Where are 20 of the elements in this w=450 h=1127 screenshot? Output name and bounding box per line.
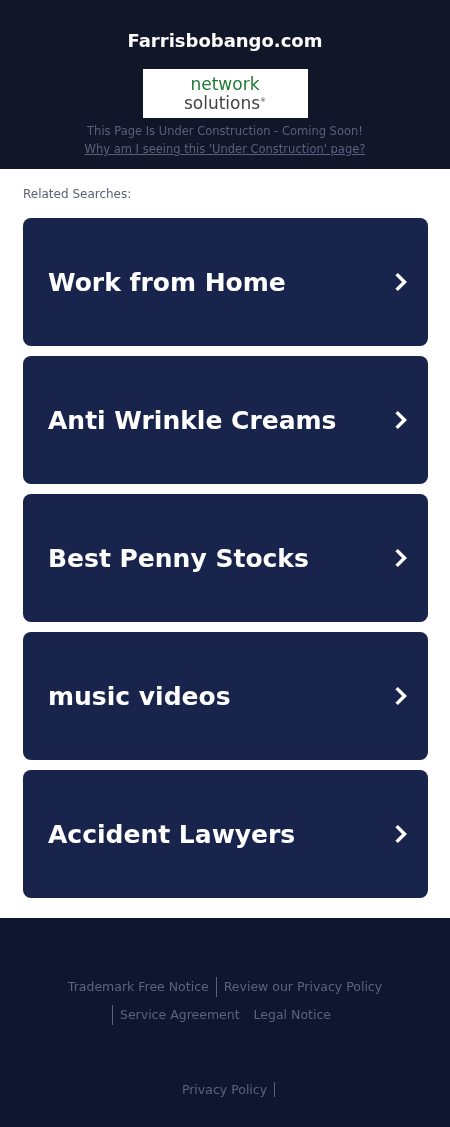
footer-link[interactable]: Review our Privacy Policy: [215, 977, 390, 997]
footer-link[interactable]: Privacy Policy: [174, 1082, 276, 1097]
search-link-card[interactable]: Work from Home: [23, 218, 428, 346]
search-link-card[interactable]: Anti Wrinkle Creams: [23, 356, 428, 484]
info-link[interactable]: Why am I seeing this 'Under Construction' page?: [84, 140, 366, 158]
construction-notice: This Page Is Under Construction - Coming Soon!: [87, 123, 363, 140]
search-link-card[interactable]: music videos: [23, 632, 428, 760]
chevron-right-icon: [394, 823, 408, 845]
footer-link[interactable]: Legal Notice: [246, 1005, 338, 1025]
logo: network solutions$^{®}$: [142, 69, 308, 118]
chevron-right-icon: [394, 547, 408, 569]
related-heading: Related Searches:: [23, 187, 133, 201]
footer-link[interactable]: Service Agreement: [112, 1005, 247, 1025]
chevron-right-icon: [394, 409, 408, 431]
search-link-card[interactable]: Accident Lawyers: [23, 770, 428, 898]
chevron-right-icon: [394, 271, 408, 293]
search-link-card[interactable]: Best Penny Stocks: [23, 494, 428, 622]
footer-link[interactable]: Trademark Free Notice: [60, 977, 216, 997]
chevron-right-icon: [394, 685, 408, 707]
domain-title: Farrisbobango.com: [127, 30, 323, 52]
